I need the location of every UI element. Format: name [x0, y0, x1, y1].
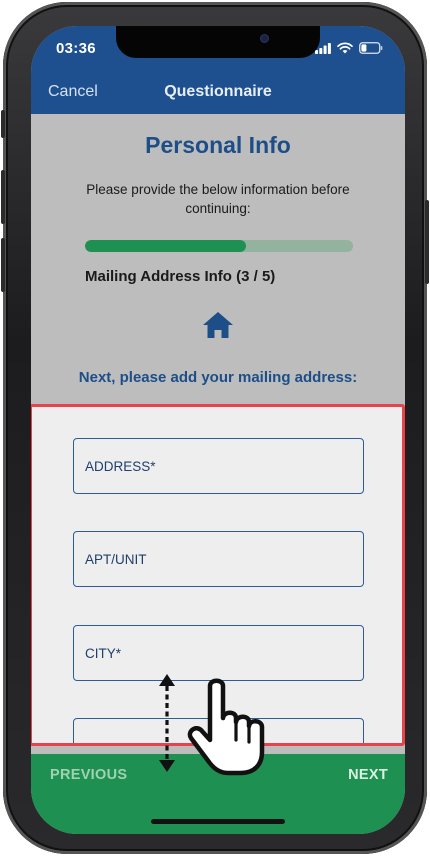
power-button: [425, 200, 429, 284]
mute-switch: [1, 110, 5, 138]
phone-frame: 03:36 Cancel Questionnaire Personal Info…: [1, 2, 429, 854]
nav-title: Questionnaire: [164, 83, 272, 100]
phone-screen: 03:36 Cancel Questionnaire Personal Info…: [31, 26, 405, 834]
footer-bar: PREVIOUS NEXT: [31, 754, 405, 797]
status-time: 03:36: [56, 40, 96, 57]
prompt-text: Next, please add your mailing address:: [78, 369, 358, 386]
previous-button[interactable]: PREVIOUS: [50, 767, 127, 783]
scroll-highlight-region[interactable]: [31, 404, 405, 746]
navigation-bar: Cancel Questionnaire: [31, 72, 405, 114]
apt-unit-field[interactable]: [73, 531, 364, 587]
questionnaire-content[interactable]: Personal Info Please provide the below i…: [31, 114, 405, 754]
address-input[interactable]: [85, 439, 345, 493]
volume-up-button: [1, 170, 5, 224]
progress-fill: [85, 240, 246, 252]
home-indicator[interactable]: [151, 819, 285, 824]
wifi-icon: [337, 42, 353, 54]
city-input[interactable]: [85, 626, 345, 680]
bottom-safe-area: [31, 797, 405, 834]
next-button[interactable]: NEXT: [348, 767, 388, 783]
apt-unit-input[interactable]: [85, 532, 345, 586]
home-icon: [203, 312, 233, 338]
city-field[interactable]: [73, 625, 364, 681]
instructions-text: Please provide the below information bef…: [86, 182, 350, 216]
next-field[interactable]: [73, 718, 364, 743]
status-icons: [315, 42, 383, 54]
camera-notch: [116, 26, 320, 58]
volume-down-button: [1, 238, 5, 292]
address-field[interactable]: [73, 438, 364, 494]
next-field-input[interactable]: [85, 719, 345, 743]
step-label: Mailing Address Info (3 / 5): [85, 268, 276, 285]
progress-bar: [85, 240, 353, 252]
front-camera: [260, 34, 269, 43]
page-title: Personal Info: [145, 132, 291, 158]
battery-icon: [359, 42, 383, 54]
